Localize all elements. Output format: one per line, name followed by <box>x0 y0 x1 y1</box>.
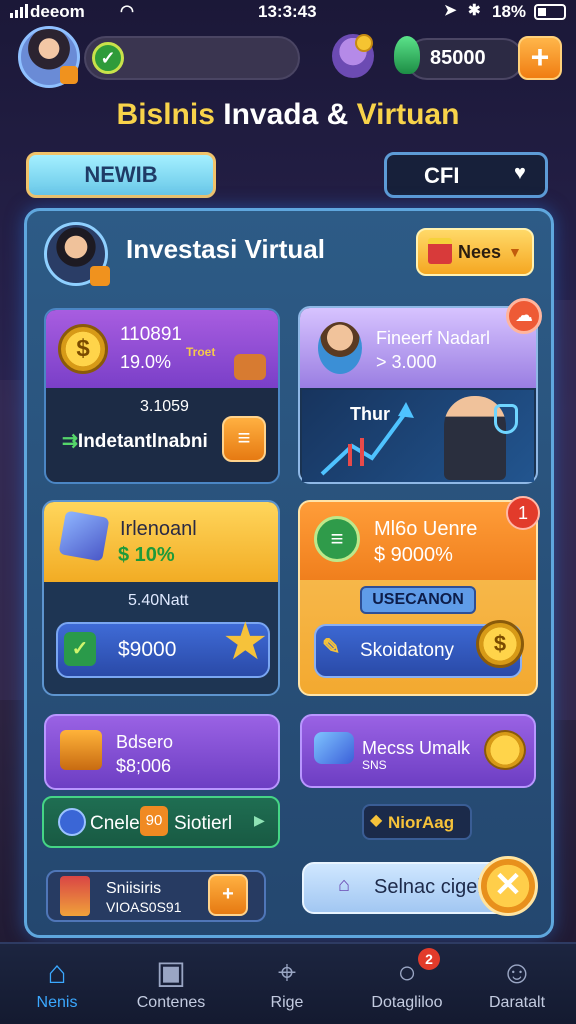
message-icon: ○ <box>397 954 417 990</box>
money-bag-icon <box>394 36 420 74</box>
nav-item-profile[interactable]: ☺ Daratalt <box>462 952 572 1012</box>
notification-badge: 2 <box>418 948 440 970</box>
tab-newib[interactable]: NEWIB <box>26 152 216 198</box>
card5-chip: 90 <box>140 806 168 836</box>
nav-item-contents[interactable]: ▣ Contenes <box>116 952 226 1012</box>
card1-action[interactable]: ⇉Indetantlnabni <box>62 430 208 453</box>
card5-title: Bdsero <box>116 732 174 752</box>
list-icon: ≡ <box>314 516 360 562</box>
card2-chart-label: Thur <box>350 404 390 424</box>
carrier-name: deeom <box>30 2 85 21</box>
gift-icon <box>428 238 452 264</box>
app-title-part2: Invada & <box>223 98 349 131</box>
arrow-icon: ⇉ <box>62 431 78 452</box>
status-time: 13:3:43 <box>258 2 317 21</box>
gem-icon <box>58 808 86 836</box>
bottom-left-subtitle: VIOAS0S91 <box>106 899 182 915</box>
coin-icon <box>355 34 373 52</box>
dice-icon <box>234 354 266 380</box>
nav-label-rige: Rige <box>270 994 304 1011</box>
location-icon: ➤ <box>444 2 457 19</box>
card6-title: Mecss Umalk <box>362 738 471 758</box>
nav-item-messages[interactable]: ○ Dotagliloo <box>352 952 462 1012</box>
card4-action-label: Skoidatony <box>360 640 455 661</box>
card3-title: Irlenoanl <box>120 518 197 540</box>
coins-icon <box>484 730 526 770</box>
check-icon: ✓ <box>64 632 96 666</box>
treasure-chest-icon <box>60 730 102 770</box>
product-box-icon <box>60 876 90 916</box>
battery-icon <box>534 4 566 20</box>
status-bar: deeom ◠ 13:3:43 ➤ ✱ 18% <box>0 0 576 26</box>
card1-mid-text: 3.1059 <box>140 398 189 415</box>
card1-percent: 19.0% <box>120 352 172 372</box>
balance-amount: 85000 <box>430 47 486 69</box>
diamond-icon: ◆ <box>370 812 383 829</box>
chevron-right-icon: ▶ <box>254 812 265 828</box>
cube-icon <box>58 510 110 562</box>
chat-bot-icon: ▣ <box>155 954 187 990</box>
target-icon: ⌖ <box>277 954 297 990</box>
dollar-coin-icon: $ <box>58 324 108 374</box>
investor-figure-icon <box>318 322 362 374</box>
nav-item-rige[interactable]: ⌖ Rige <box>232 952 342 1012</box>
add-funds-button[interactable]: + <box>518 36 562 80</box>
card5-label-left: Cnele <box>90 813 140 834</box>
battery-percent: 18% <box>492 2 527 21</box>
avatar-level-badge <box>60 66 78 84</box>
close-icon[interactable]: ✕ <box>478 856 538 916</box>
nav-label-home: Nenis <box>36 994 78 1011</box>
nav-label-messages: Dotagliloo <box>371 994 443 1011</box>
card3-percent: $ 10% <box>118 544 175 566</box>
app-title-part1: Bislnis <box>116 98 215 131</box>
card5-value: $8;006 <box>116 756 172 776</box>
app-title: Bislnis Invada & Virtuan <box>0 98 576 132</box>
card1-value: 110891 <box>120 324 182 345</box>
card4-status-chip: USECANON <box>360 586 476 614</box>
nav-label-contents: Contenes <box>136 994 206 1011</box>
notification-icon[interactable]: ☁ <box>506 298 542 334</box>
bluetooth-icon: ✱ <box>468 2 481 19</box>
bottom-left-title: Sniisiris <box>106 880 162 897</box>
nav-label-profile: Daratalt <box>488 994 546 1011</box>
chevron-down-icon: ▼ <box>508 244 522 260</box>
wifi-icon: ◠ <box>120 3 134 20</box>
bottom-left-add-button[interactable]: + <box>208 874 248 916</box>
nees-label: Nees <box>458 242 502 262</box>
star-icon[interactable]: ★ <box>222 614 269 670</box>
nav-item-home[interactable]: ⌂ Nenis <box>2 952 112 1012</box>
signal-icon <box>10 4 28 18</box>
advisor-badge <box>90 266 110 286</box>
card3-mid-text: 5.40Natt <box>128 592 189 609</box>
card3-price: $9000 <box>118 638 177 661</box>
dollar-coin-icon: $ <box>476 620 524 668</box>
card4-title: Ml6o Uenre <box>374 518 478 540</box>
hat-icon: ⌂ <box>338 874 351 896</box>
shield-icon <box>494 404 518 434</box>
app-title-part3: Virtuan <box>356 98 460 131</box>
card6-button-label: NiorAag <box>388 813 455 832</box>
heart-icon: ♥ <box>514 162 526 184</box>
check-icon: ✓ <box>92 42 124 74</box>
crystal-icon <box>314 732 354 764</box>
card2-title: Fineerf Nadarl <box>376 328 491 348</box>
card6-subtitle: SNS <box>362 758 387 772</box>
card4-percent: $ 9000% <box>374 544 453 566</box>
card4-notification-badge: 1 <box>506 496 540 530</box>
card5-label-right: Siotierl <box>174 813 233 834</box>
profile-icon: ☺ <box>500 954 534 990</box>
card2-subtitle: > 3.000 <box>376 352 437 372</box>
card1-menu-button[interactable]: ≡ <box>222 416 266 462</box>
tab-cfi-label: CFI <box>424 163 460 188</box>
panel-title: Investasi Virtual <box>126 234 325 264</box>
pencil-icon: ✎ <box>322 634 341 659</box>
card1-tag: Troet <box>186 345 216 359</box>
card1-action-label: Indetantlnabni <box>77 431 208 452</box>
home-icon: ⌂ <box>47 954 67 990</box>
bottom-right-label: Selnac cigel <box>374 876 482 898</box>
